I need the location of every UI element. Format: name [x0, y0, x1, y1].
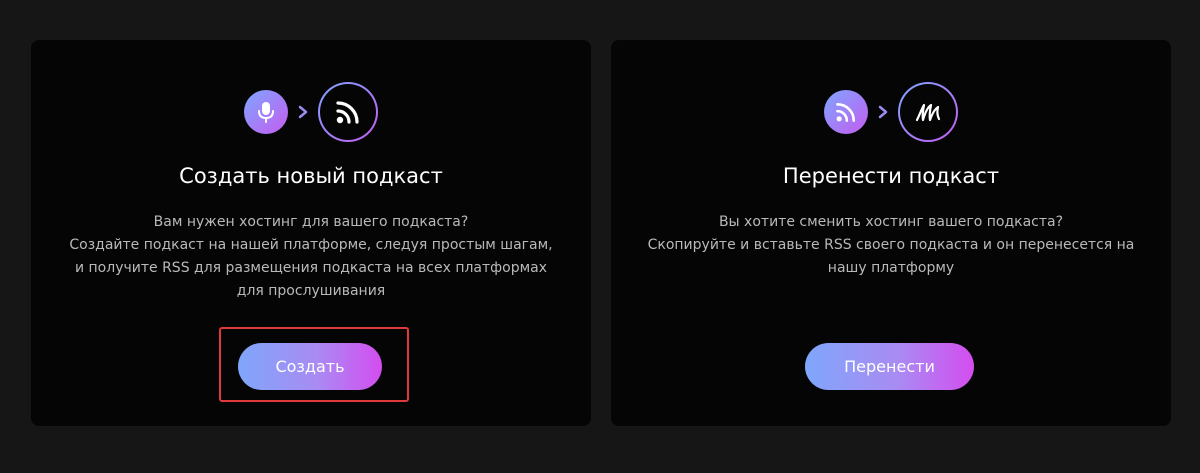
- transfer-button[interactable]: Перенести: [805, 343, 974, 390]
- create-title: Создать новый подкаст: [179, 164, 443, 188]
- chevron-right-icon: [288, 105, 318, 119]
- create-description-line: для прослушивания: [236, 283, 386, 299]
- create-button[interactable]: Создать: [238, 343, 382, 390]
- create-podcast-card: Создать новый подкаст Вам нужен хостинг …: [31, 40, 591, 426]
- transfer-description-line: Вы хотите сменить хостинг вашего подкаст…: [718, 214, 1064, 230]
- create-description-line: Вам нужен хостинг для вашего подкаста?: [153, 214, 469, 230]
- transfer-title: Перенести подкаст: [782, 164, 1000, 188]
- transfer-description-line: Скопируйте и вставьте RSS своего подкаст…: [647, 237, 1135, 253]
- create-icon-row: [31, 82, 591, 142]
- rss-icon: [318, 82, 378, 142]
- chevron-right-icon: [868, 105, 898, 119]
- create-description: Вам нужен хостинг для вашего подкаста? С…: [61, 211, 561, 303]
- transfer-icon-row: [611, 82, 1171, 142]
- rss-icon: [824, 90, 868, 134]
- transfer-description-line: нашу платформу: [827, 260, 955, 276]
- microphone-icon: [244, 90, 288, 134]
- create-description-line: Создайте подкаст на нашей платформе, сле…: [69, 237, 553, 253]
- platform-logo-icon: [898, 82, 958, 142]
- page: Создать новый подкаст Вам нужен хостинг …: [0, 0, 1200, 473]
- transfer-description: Вы хотите сменить хостинг вашего подкаст…: [641, 211, 1141, 280]
- create-description-line: и получите RSS для размещения подкаста н…: [74, 260, 548, 276]
- transfer-podcast-card: Перенести подкаст Вы хотите сменить хост…: [611, 40, 1171, 426]
